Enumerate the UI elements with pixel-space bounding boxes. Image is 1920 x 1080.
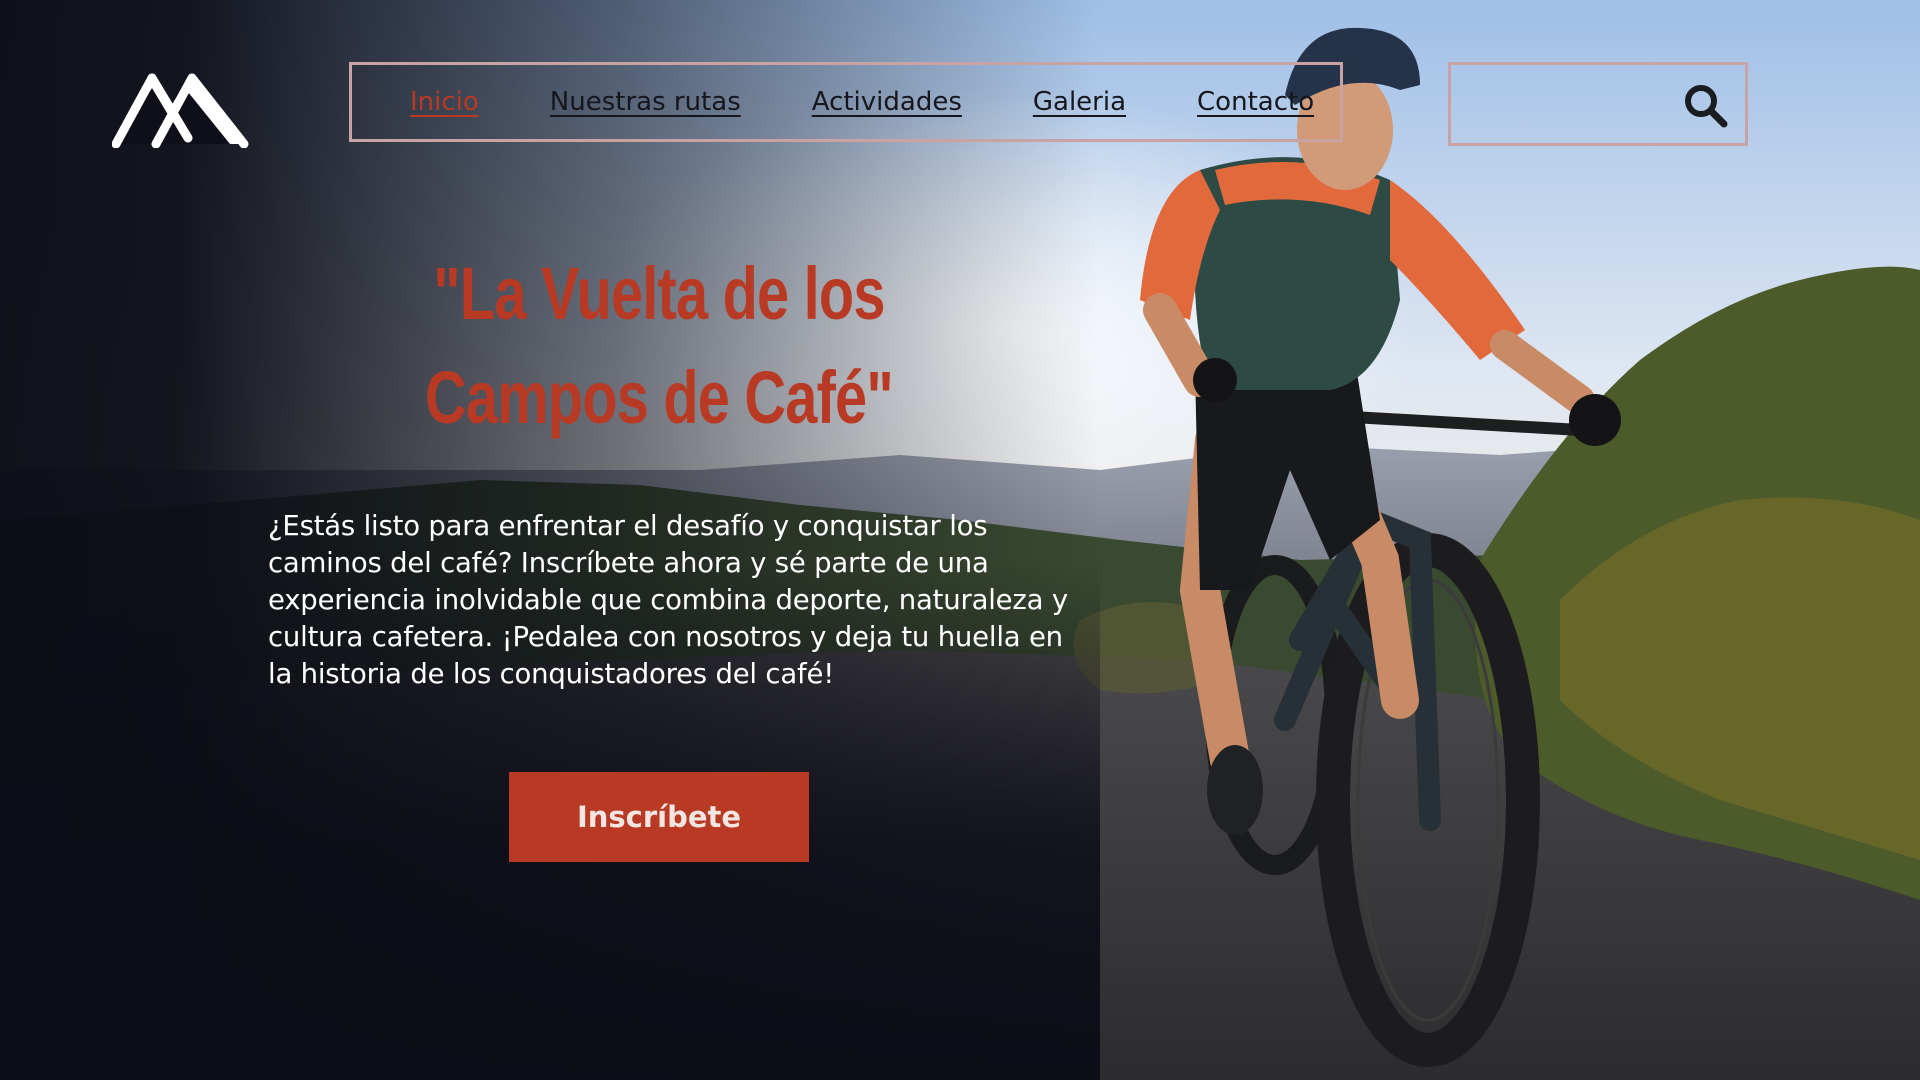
signup-button[interactable]: Inscríbete bbox=[509, 772, 809, 862]
hero-description: ¿Estás listo para enfrentar el desafío y… bbox=[268, 510, 1068, 690]
nav-item-inicio[interactable]: Inicio bbox=[410, 87, 479, 117]
mountain-logo-icon[interactable] bbox=[111, 68, 250, 149]
search-icon[interactable] bbox=[1681, 81, 1729, 129]
hero-title: "La Vuelta de los Campos de Café" bbox=[425, 252, 894, 439]
nav-item-actividades[interactable]: Actividades bbox=[812, 87, 962, 117]
nav-item-galeria[interactable]: Galeria bbox=[1033, 87, 1126, 117]
main-nav: Inicio Nuestras rutas Actividades Galeri… bbox=[349, 62, 1343, 142]
nav-item-nuestras-rutas[interactable]: Nuestras rutas bbox=[550, 87, 741, 117]
search-input[interactable] bbox=[1448, 62, 1748, 146]
nav-item-contacto[interactable]: Contacto bbox=[1197, 87, 1314, 117]
